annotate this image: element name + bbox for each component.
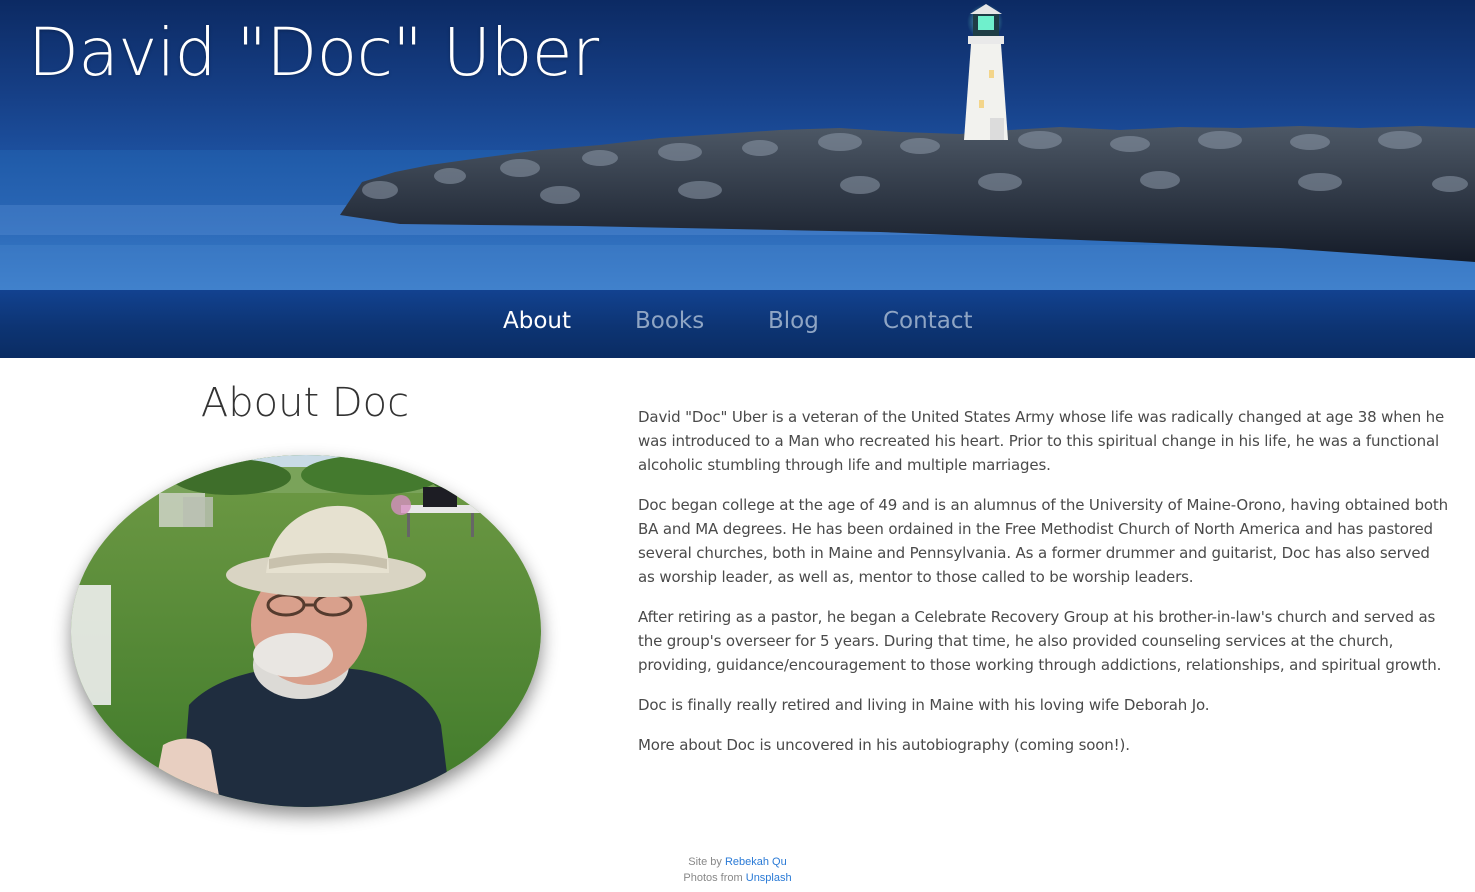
photos-from-link[interactable]: Unsplash [746,872,792,884]
site-by-link[interactable]: Rebekah Qu [725,856,787,868]
nav-about[interactable]: About [503,308,571,334]
header-banner: David "Doc" Uber [0,0,1475,290]
photos-from-label: Photos from [683,872,743,884]
footer-site-credit: Site by Rebekah Qu [0,854,1475,870]
about-bio: David "Doc" Uber is a veteran of the Uni… [638,405,1448,773]
bio-paragraph: Doc is finally really retired and living… [638,696,1210,714]
footer: Site by Rebekah Qu Photos from Unsplash [0,854,1475,886]
about-heading: About Doc [200,380,410,426]
bio-paragraph: David "Doc" Uber is a veteran of the Uni… [638,408,1445,474]
nav-blog[interactable]: Blog [768,308,819,334]
footer-photo-credit: Photos from Unsplash [0,870,1475,886]
bio-paragraph: Doc began college at the age of 49 and i… [638,496,1449,586]
portrait-image [71,455,541,807]
site-title[interactable]: David "Doc" Uber [28,14,599,91]
main-nav: About Books Blog Contact [0,290,1475,358]
bio-paragraph: More about Doc is uncovered in his autob… [638,736,1130,754]
nav-books[interactable]: Books [635,308,704,334]
site-by-label: Site by [688,856,722,868]
bio-paragraph: After retiring as a pastor, he began a C… [638,608,1442,674]
portrait-photo [71,455,541,807]
nav-contact[interactable]: Contact [883,308,972,334]
